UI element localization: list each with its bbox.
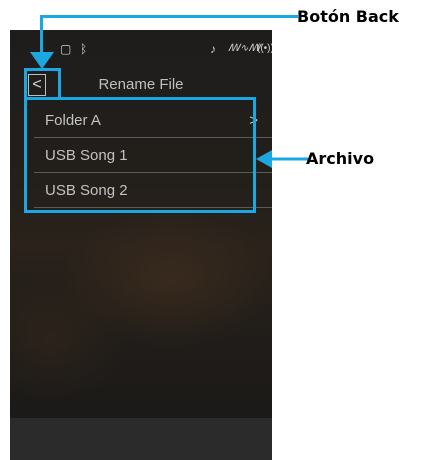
- arrow-down-icon: [30, 52, 54, 69]
- bottom-bar: [10, 418, 272, 460]
- callout-label-files: Archivo: [306, 149, 375, 168]
- background-glow: [10, 280, 130, 400]
- bluetooth-icon: ᛒ: [80, 42, 88, 56]
- wireless-icon: ((•)): [257, 43, 272, 54]
- callout-label-back: Botón Back: [297, 7, 399, 26]
- arrow-left-icon: [256, 150, 308, 168]
- audio-wave-icon: ꟿ∿ꟿ: [228, 43, 261, 54]
- file-list-highlight: [24, 97, 256, 213]
- back-button-highlight: [24, 68, 61, 100]
- microphone-icon: ♪: [210, 42, 216, 56]
- callout-line: [40, 15, 298, 18]
- usb-icon: ▢: [60, 42, 72, 56]
